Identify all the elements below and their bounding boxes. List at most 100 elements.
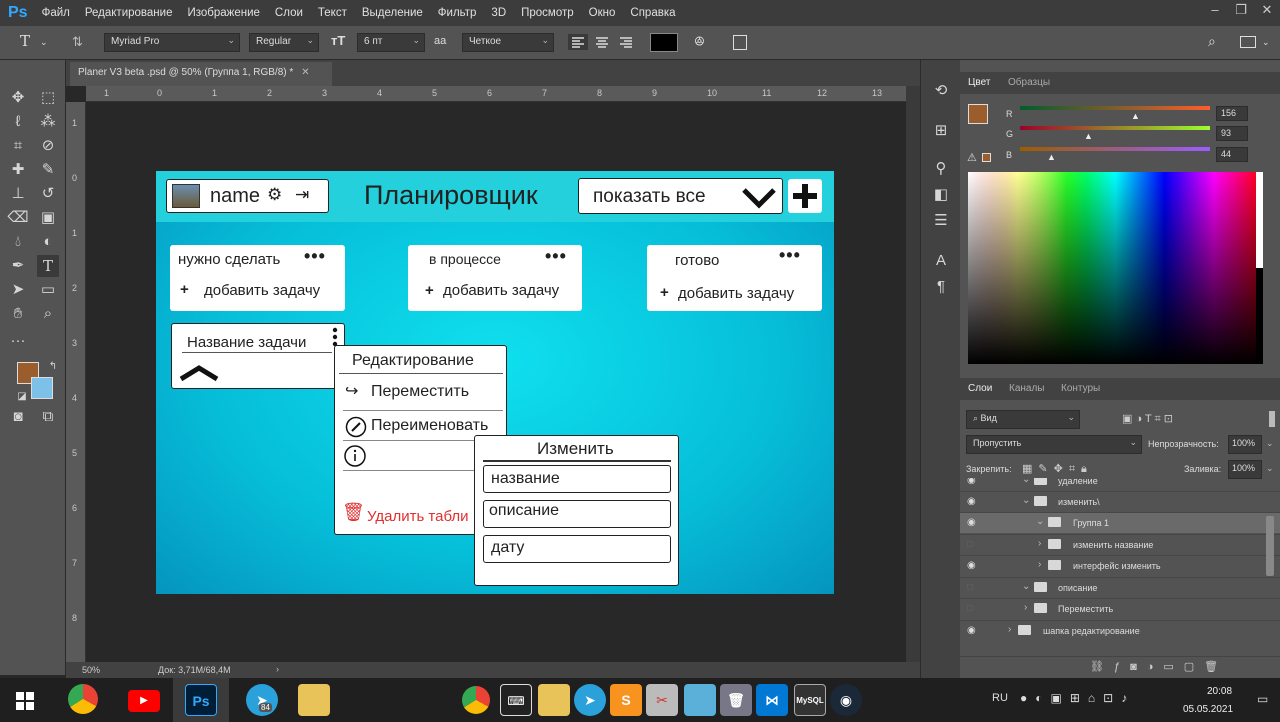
menu-item-delete[interactable]: Удалить табли	[367, 508, 469, 525]
layer-row-selected[interactable]: ◉ ⌄ Группа 1	[960, 512, 1280, 533]
document-tab[interactable]: Planer V3 beta .psd @ 50% (Группа 1, RGB…	[70, 62, 332, 86]
layer-row[interactable]: □ ⌄ описание	[960, 577, 1280, 598]
default-colors-icon[interactable]: ◪	[11, 386, 33, 408]
chevron-down-icon[interactable]: ⌄	[1266, 463, 1274, 474]
zoom-level[interactable]: 50%	[82, 665, 100, 675]
add-task-button[interactable]: добавить задачу	[204, 282, 320, 299]
vertical-scrollbar[interactable]	[906, 86, 920, 662]
change-description-field[interactable]: описание	[483, 500, 671, 528]
add-task-button[interactable]: добавить задачу	[678, 285, 794, 302]
menu-item-rename[interactable]: Переименовать	[371, 417, 488, 435]
marquee-tool-icon[interactable]: ⬚	[37, 87, 59, 109]
user-box[interactable]: name ⚙ ⇥	[166, 179, 329, 213]
layer-row[interactable]: ◉ ⌄ удаление	[960, 478, 1280, 491]
eraser-tool-icon[interactable]: ⌫	[7, 207, 29, 229]
file-explorer-icon[interactable]	[298, 684, 330, 716]
healing-brush-icon[interactable]: ✚	[7, 159, 29, 181]
layer-row[interactable]: □ › Переместить	[960, 598, 1280, 619]
chrome-icon[interactable]	[68, 684, 98, 714]
visibility-eye-icon[interactable]: ◉	[967, 560, 976, 571]
pen-tool-icon[interactable]: ✒	[7, 255, 29, 277]
visibility-eye-icon[interactable]: ◉	[967, 478, 976, 486]
telegram-icon-2[interactable]: ➤	[574, 684, 606, 716]
text-tool-icon[interactable]: T	[20, 32, 30, 50]
visibility-off-icon[interactable]: □	[967, 603, 973, 614]
chevron-down-icon[interactable]: ⌄	[1262, 37, 1270, 48]
shape-tool-icon[interactable]: ▭	[37, 279, 59, 301]
photoshop-icon[interactable]: Ps	[185, 684, 217, 716]
blue-value-input[interactable]: 44	[1216, 147, 1248, 162]
font-family-select[interactable]: Myriad Pro ⌄	[104, 33, 240, 52]
close-icon[interactable]: ✕	[1254, 0, 1280, 22]
chrome-icon-2[interactable]	[462, 686, 490, 714]
tab-channels[interactable]: Каналы	[1009, 383, 1045, 394]
app-icon[interactable]	[684, 684, 716, 716]
history-icon[interactable]: ⟲	[930, 80, 952, 102]
layer-actions-icons[interactable]: ⛓ƒ◙◑▭▢🗑︎	[1090, 660, 1228, 673]
plus-icon[interactable]: +	[180, 281, 189, 298]
menu-file[interactable]: Файл	[42, 7, 70, 19]
brushes-icon[interactable]: ⚲	[930, 158, 952, 180]
snipping-icon[interactable]: ✂	[646, 684, 678, 716]
align-right-icon[interactable]	[616, 34, 636, 50]
menu-select[interactable]: Выделение	[362, 7, 423, 19]
menu-layers[interactable]: Слои	[275, 7, 303, 19]
recycle-bin-icon[interactable]: 🗑︎	[720, 684, 752, 716]
history-brush-icon[interactable]: ↺	[37, 183, 59, 205]
green-value-input[interactable]: 93	[1216, 126, 1248, 141]
path-select-icon[interactable]: ➤	[7, 279, 29, 301]
blur-tool-icon[interactable]: 💧︎	[7, 231, 29, 253]
menu-3d[interactable]: 3D	[491, 7, 506, 19]
youtube-icon[interactable]: ▶	[128, 690, 160, 712]
menu-filter[interactable]: Фильтр	[438, 7, 477, 19]
chevron-right-icon[interactable]: ›	[276, 664, 279, 674]
language-indicator[interactable]: RU	[992, 692, 1008, 704]
clock-date[interactable]: 05.05.2021	[1183, 704, 1233, 715]
character-panel-icon[interactable]	[733, 35, 747, 50]
stamp-tool-icon[interactable]: ⊥	[7, 183, 29, 205]
more-icon[interactable]: •••	[779, 245, 801, 266]
crop-tool-icon[interactable]: ⌗	[7, 135, 29, 157]
align-left-icon[interactable]	[568, 34, 588, 50]
fg-color-swatch[interactable]	[968, 104, 988, 124]
sublime-icon[interactable]: S	[610, 684, 642, 716]
notifications-icon[interactable]: ▭	[1257, 692, 1268, 706]
tray-icons[interactable]: ●◐▣⊞⌂⊡♪	[1020, 691, 1135, 705]
more-icon[interactable]: •••	[304, 246, 326, 267]
visibility-off-icon[interactable]: □	[967, 539, 973, 550]
task-card[interactable]: Название задачи	[171, 323, 345, 389]
terminal-icon[interactable]: ⌨	[500, 684, 532, 716]
font-size-select[interactable]: 6 пт ⌄	[357, 33, 425, 52]
close-tab-icon[interactable]: ✕	[301, 67, 309, 78]
restore-icon[interactable]: ❐	[1228, 0, 1254, 22]
sliders-icon[interactable]: ☰	[930, 210, 952, 232]
green-slider[interactable]	[1020, 126, 1210, 130]
workspace-icon[interactable]	[1240, 36, 1256, 48]
opacity-input[interactable]: 100%	[1228, 435, 1262, 454]
brush-tool-icon[interactable]: ✎	[37, 159, 59, 181]
dodge-tool-icon[interactable]: ◐	[37, 231, 59, 253]
filter-select[interactable]: показать все	[578, 178, 783, 214]
minimize-icon[interactable]: –	[1202, 0, 1228, 22]
tab-swatches[interactable]: Образцы	[1008, 77, 1050, 88]
kebab-menu-icon[interactable]	[331, 327, 339, 347]
character-icon[interactable]: A	[930, 250, 952, 272]
gear-icon[interactable]: ⚙	[267, 185, 282, 205]
plus-icon[interactable]: +	[660, 284, 669, 301]
lasso-tool-icon[interactable]: ℓ	[7, 111, 29, 133]
layer-row[interactable]: □ › изменить название	[960, 534, 1280, 555]
fill-input[interactable]: 100%	[1228, 460, 1262, 479]
visibility-off-icon[interactable]: □	[967, 582, 973, 593]
layer-row[interactable]: ◉ › интерфейс изменить	[960, 555, 1280, 576]
slider-thumb-icon[interactable]: ▲	[1131, 111, 1140, 121]
layers-scrollbar[interactable]	[1266, 516, 1274, 576]
tab-paths[interactable]: Контуры	[1061, 383, 1100, 394]
screen-mode-icon[interactable]: ⧉	[37, 406, 59, 428]
swap-colors-icon[interactable]: ↰	[42, 356, 64, 378]
tab-color[interactable]: Цвет	[968, 77, 990, 88]
layer-kind-filter[interactable]: ⌕ Вид ⌄	[966, 410, 1080, 429]
folder-icon[interactable]	[538, 684, 570, 716]
font-style-select[interactable]: Regular ⌄	[249, 33, 319, 52]
paragraph-icon[interactable]: ¶	[930, 276, 952, 298]
menu-image[interactable]: Изображение	[187, 7, 259, 19]
